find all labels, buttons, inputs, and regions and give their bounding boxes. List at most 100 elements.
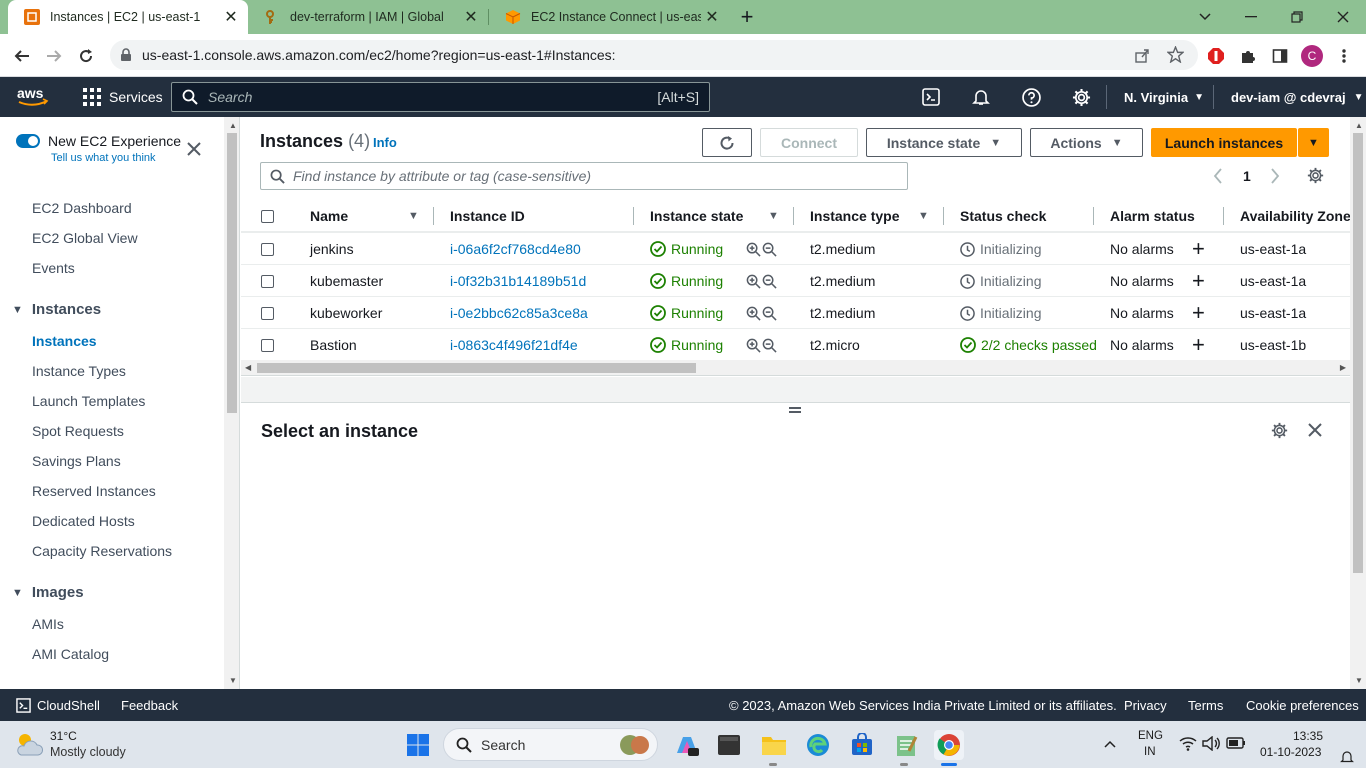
region-selector[interactable]: N. Virginia ▼	[1124, 77, 1204, 117]
drag-handle-icon[interactable]	[789, 407, 801, 413]
add-alarm-icon[interactable]: +	[1192, 329, 1205, 360]
table-row[interactable]: kubemaster i-0f32b31b14189b51d Running t…	[241, 264, 1350, 296]
table-row[interactable]: Bastion i-0863c4f496f21df4e Running t2.m…	[241, 328, 1350, 360]
column-divider[interactable]	[433, 207, 434, 225]
instance-state-button[interactable]: Instance state ▼	[866, 128, 1022, 157]
zoom-out-icon[interactable]	[762, 265, 777, 297]
launch-dropdown-button[interactable]: ▼	[1298, 128, 1329, 157]
add-alarm-icon[interactable]: +	[1192, 265, 1205, 297]
column-divider[interactable]	[1223, 207, 1224, 225]
share-icon[interactable]	[1134, 47, 1150, 63]
preferences-gear-icon[interactable]	[1307, 167, 1324, 184]
column-divider[interactable]	[1093, 207, 1094, 225]
chrome-browser-icon[interactable]	[934, 730, 964, 760]
sidebar-item-instance-types[interactable]: Instance Types	[32, 363, 126, 379]
filter-input[interactable]: Find instance by attribute or tag (case-…	[260, 162, 908, 190]
aws-logo[interactable]: aws	[17, 77, 49, 117]
sidebar-item-instances[interactable]: Instances	[32, 333, 97, 349]
col-instance-type[interactable]: Instance type	[810, 200, 899, 232]
select-all-checkbox[interactable]	[261, 200, 274, 232]
sidebar-scrollbar[interactable]: ▲ ▼	[224, 117, 240, 689]
address-bar[interactable]: us-east-1.console.aws.amazon.com/ec2/hom…	[110, 40, 1198, 70]
col-instance-id[interactable]: Instance ID	[450, 200, 525, 232]
extensions-puzzle-icon[interactable]	[1232, 40, 1264, 72]
zoom-in-icon[interactable]	[746, 233, 761, 265]
row-checkbox[interactable]	[261, 265, 274, 297]
scrollbar-thumb[interactable]	[1353, 133, 1363, 573]
services-menu[interactable]: Services	[83, 77, 163, 117]
col-status-check[interactable]: Status check	[960, 200, 1046, 232]
zoom-out-icon[interactable]	[762, 329, 777, 360]
instance-id-link[interactable]: i-0e2bbc62c85a3ce8a	[450, 297, 588, 329]
main-scrollbar[interactable]: ▲ ▼	[1350, 117, 1366, 689]
adblock-extension-icon[interactable]	[1200, 40, 1232, 72]
zoom-in-icon[interactable]	[746, 265, 761, 297]
info-link[interactable]: Info	[373, 135, 397, 150]
new-tab-icon[interactable]: +	[735, 4, 759, 29]
table-horizontal-scrollbar[interactable]: ◀ ▶	[241, 360, 1350, 376]
filter-caret-icon[interactable]: ▼	[768, 200, 779, 232]
close-icon[interactable]	[187, 142, 201, 156]
page-number[interactable]: 1	[1243, 168, 1251, 184]
add-alarm-icon[interactable]: +	[1192, 297, 1205, 329]
connect-button[interactable]: Connect	[760, 128, 858, 157]
split-panel-divider[interactable]	[241, 377, 1350, 413]
col-alarm-status[interactable]: Alarm status	[1110, 200, 1195, 232]
launch-instances-button[interactable]: Launch instances	[1151, 128, 1297, 157]
browser-menu-icon[interactable]	[1328, 40, 1360, 72]
help-icon[interactable]	[1022, 77, 1041, 117]
notifications-bell-icon[interactable]	[972, 77, 990, 117]
minimize-icon[interactable]	[1228, 0, 1274, 34]
filter-caret-icon[interactable]: ▼	[918, 200, 929, 232]
microsoft-store-icon[interactable]	[847, 730, 877, 760]
cloudshell-icon[interactable]	[922, 77, 940, 117]
clock-time[interactable]: 13:35	[1293, 729, 1323, 743]
zoom-out-icon[interactable]	[762, 297, 777, 329]
sidebar-item-ec2-dashboard[interactable]: EC2 Dashboard	[32, 200, 132, 216]
notification-center-icon[interactable]	[1340, 750, 1354, 764]
close-split-panel-icon[interactable]	[1308, 423, 1322, 437]
split-panel-settings-icon[interactable]	[1271, 422, 1288, 439]
col-name[interactable]: Name	[310, 200, 348, 232]
add-alarm-icon[interactable]: +	[1192, 233, 1205, 265]
sidebar-item-ec2-global-view[interactable]: EC2 Global View	[32, 230, 138, 246]
region-code[interactable]: IN	[1144, 746, 1156, 758]
close-tab-icon[interactable]: ✕	[701, 6, 723, 28]
forward-arrow-icon[interactable]	[38, 40, 70, 72]
cloudshell-button[interactable]: CloudShell	[16, 689, 100, 721]
new-experience-toggle[interactable]	[16, 134, 40, 148]
privacy-link[interactable]: Privacy	[1124, 689, 1167, 721]
battery-icon[interactable]	[1226, 736, 1246, 750]
row-checkbox[interactable]	[261, 329, 274, 360]
sidebar-item-capacity-reservations[interactable]: Capacity Reservations	[32, 543, 172, 559]
feedback-button[interactable]: Feedback	[121, 689, 178, 721]
instance-id-link[interactable]: i-06a6f2cf768cd4e80	[450, 233, 581, 265]
column-divider[interactable]	[793, 207, 794, 225]
tab-instances[interactable]: Instances | EC2 | us-east-1 ✕	[8, 0, 248, 34]
settings-gear-icon[interactable]	[1072, 77, 1091, 117]
account-menu[interactable]: dev-iam @ cdevraj ▼	[1231, 77, 1363, 117]
terms-link[interactable]: Terms	[1188, 689, 1223, 721]
tab-iam[interactable]: dev-terraform | IAM | Global ✕	[248, 0, 488, 34]
language-code[interactable]: ENG	[1138, 730, 1163, 742]
weather-widget[interactable]	[14, 731, 44, 757]
sidebar-item-dedicated-hosts[interactable]: Dedicated Hosts	[32, 513, 135, 529]
close-tab-icon[interactable]: ✕	[460, 6, 482, 28]
sidebar-item-amis[interactable]: AMIs	[32, 616, 64, 632]
zoom-out-icon[interactable]	[762, 233, 777, 265]
show-hidden-icons-chevron[interactable]	[1104, 740, 1116, 748]
zoom-in-icon[interactable]	[746, 297, 761, 329]
instance-id-link[interactable]: i-0863c4f496f21df4e	[450, 329, 578, 360]
sidebar-section-images[interactable]: ▼ Images	[12, 584, 84, 601]
profile-avatar[interactable]: C	[1296, 40, 1328, 72]
col-availability-zone[interactable]: Availability Zone	[1240, 200, 1350, 232]
close-window-icon[interactable]	[1320, 0, 1366, 34]
reload-icon[interactable]	[70, 40, 102, 72]
wifi-icon[interactable]	[1179, 736, 1197, 751]
sidebar-item-launch-templates[interactable]: Launch Templates	[32, 393, 145, 409]
column-divider[interactable]	[943, 207, 944, 225]
table-row[interactable]: kubeworker i-0e2bbc62c85a3ce8a Running t…	[241, 296, 1350, 328]
instance-id-link[interactable]: i-0f32b31b14189b51d	[450, 265, 586, 297]
column-divider[interactable]	[633, 207, 634, 225]
row-checkbox[interactable]	[261, 233, 274, 265]
